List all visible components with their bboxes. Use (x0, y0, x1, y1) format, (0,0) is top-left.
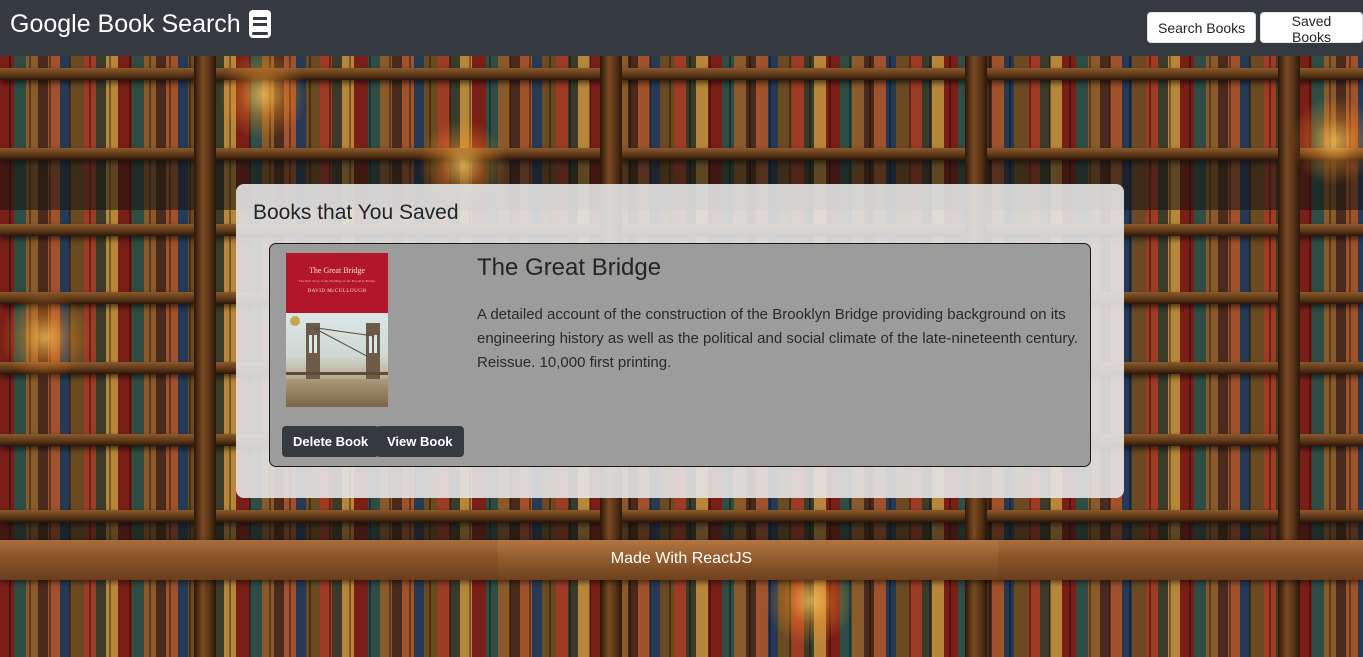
saved-books-panel: Books that You Saved The Great Bridge Th… (236, 184, 1124, 498)
delete-book-button[interactable]: Delete Book (282, 426, 380, 457)
view-book-button[interactable]: View Book (376, 426, 464, 457)
footer-text: Made With ReactJS (610, 550, 753, 567)
footer: Made With ReactJS (0, 540, 1363, 580)
book-description: A detailed account of the construction o… (477, 306, 1078, 371)
book-cover-image: The Great Bridge The Epic Story of the B… (286, 253, 388, 407)
brand-title: Google Book Search (10, 10, 241, 38)
cover-author: DAVID McCULLOUGH (307, 289, 367, 294)
saved-books-button[interactable]: Saved Books (1260, 12, 1363, 45)
book-icon (248, 10, 271, 38)
book-card: The Great Bridge The Epic Story of the B… (269, 243, 1091, 467)
book-title: The Great Bridge (477, 254, 662, 281)
cover-title: The Great Bridge (309, 266, 365, 275)
brand[interactable]: Google Book Search (10, 8, 271, 40)
panel-title: Books that You Saved (253, 201, 459, 224)
navbar: Google Book Search Search Books Saved Bo… (0, 0, 1363, 56)
award-seal-icon (290, 316, 300, 326)
search-books-button[interactable]: Search Books (1147, 12, 1257, 43)
cover-subtitle: The Epic Story of the Building of the Br… (298, 279, 376, 283)
